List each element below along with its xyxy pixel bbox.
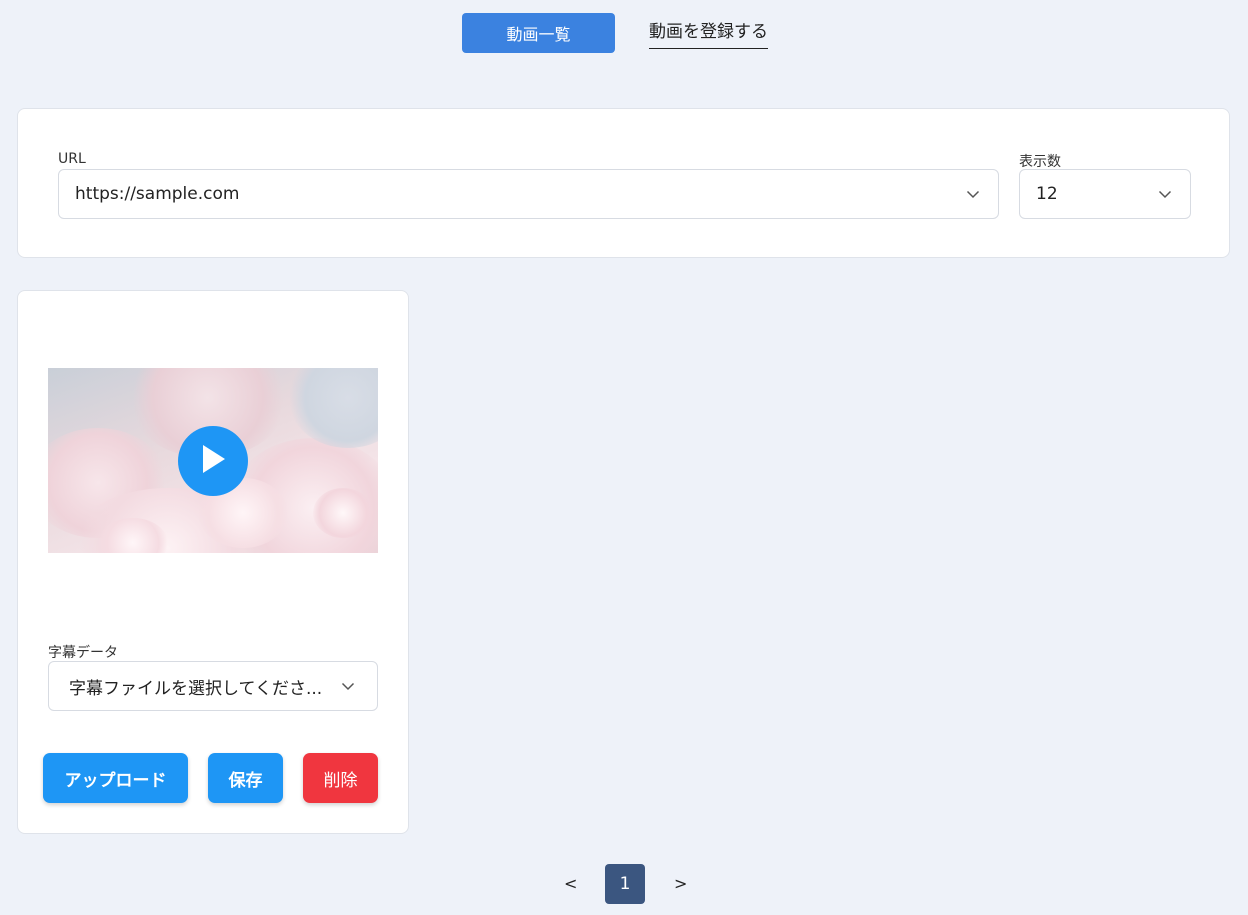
subtitle-file-select[interactable]: 字幕ファイルを選択してくださ... — [48, 661, 378, 711]
pagination-page-current[interactable]: 1 — [605, 864, 645, 904]
play-icon — [198, 442, 228, 480]
delete-button-label: 削除 — [323, 770, 358, 791]
display-count-select[interactable]: 12 — [1019, 169, 1191, 219]
delete-button[interactable]: 削除 — [303, 753, 378, 803]
save-button[interactable]: 保存 — [208, 753, 283, 803]
upload-button-label: アップロード — [64, 770, 167, 791]
pagination-next-button[interactable]: > — [674, 874, 687, 893]
chevron-down-icon — [1158, 187, 1172, 201]
play-button[interactable] — [178, 426, 248, 496]
chevron-down-icon — [966, 187, 980, 201]
video-card: 字幕データ 字幕ファイルを選択してくださ... アップロード 保存 削除 — [17, 290, 409, 834]
subtitle-data-label: 字幕データ — [48, 645, 118, 661]
nav-video-list-tab[interactable]: 動画一覧 — [462, 13, 615, 53]
filter-panel: URL https://sample.com 表示数 12 — [17, 108, 1230, 258]
nav-video-list-label: 動画一覧 — [506, 25, 571, 44]
url-select[interactable]: https://sample.com — [58, 169, 999, 219]
pagination-prev-button[interactable]: < — [564, 874, 577, 893]
video-thumbnail[interactable] — [48, 368, 378, 553]
url-select-value: https://sample.com — [75, 184, 240, 204]
pagination-page-number: 1 — [619, 874, 631, 894]
display-count-label: 表示数 — [1019, 154, 1061, 170]
pagination-next-label: > — [674, 874, 688, 893]
nav-register-video-link[interactable]: 動画を登録する — [649, 20, 768, 49]
nav-register-video-label: 動画を登録する — [649, 22, 768, 42]
save-button-label: 保存 — [228, 770, 263, 791]
upload-button[interactable]: アップロード — [43, 753, 188, 803]
url-label: URL — [58, 151, 86, 167]
display-count-value: 12 — [1036, 184, 1058, 204]
pagination-prev-label: < — [564, 874, 578, 893]
chevron-down-icon — [341, 679, 355, 693]
subtitle-file-select-value: 字幕ファイルを選択してくださ... — [69, 678, 323, 699]
